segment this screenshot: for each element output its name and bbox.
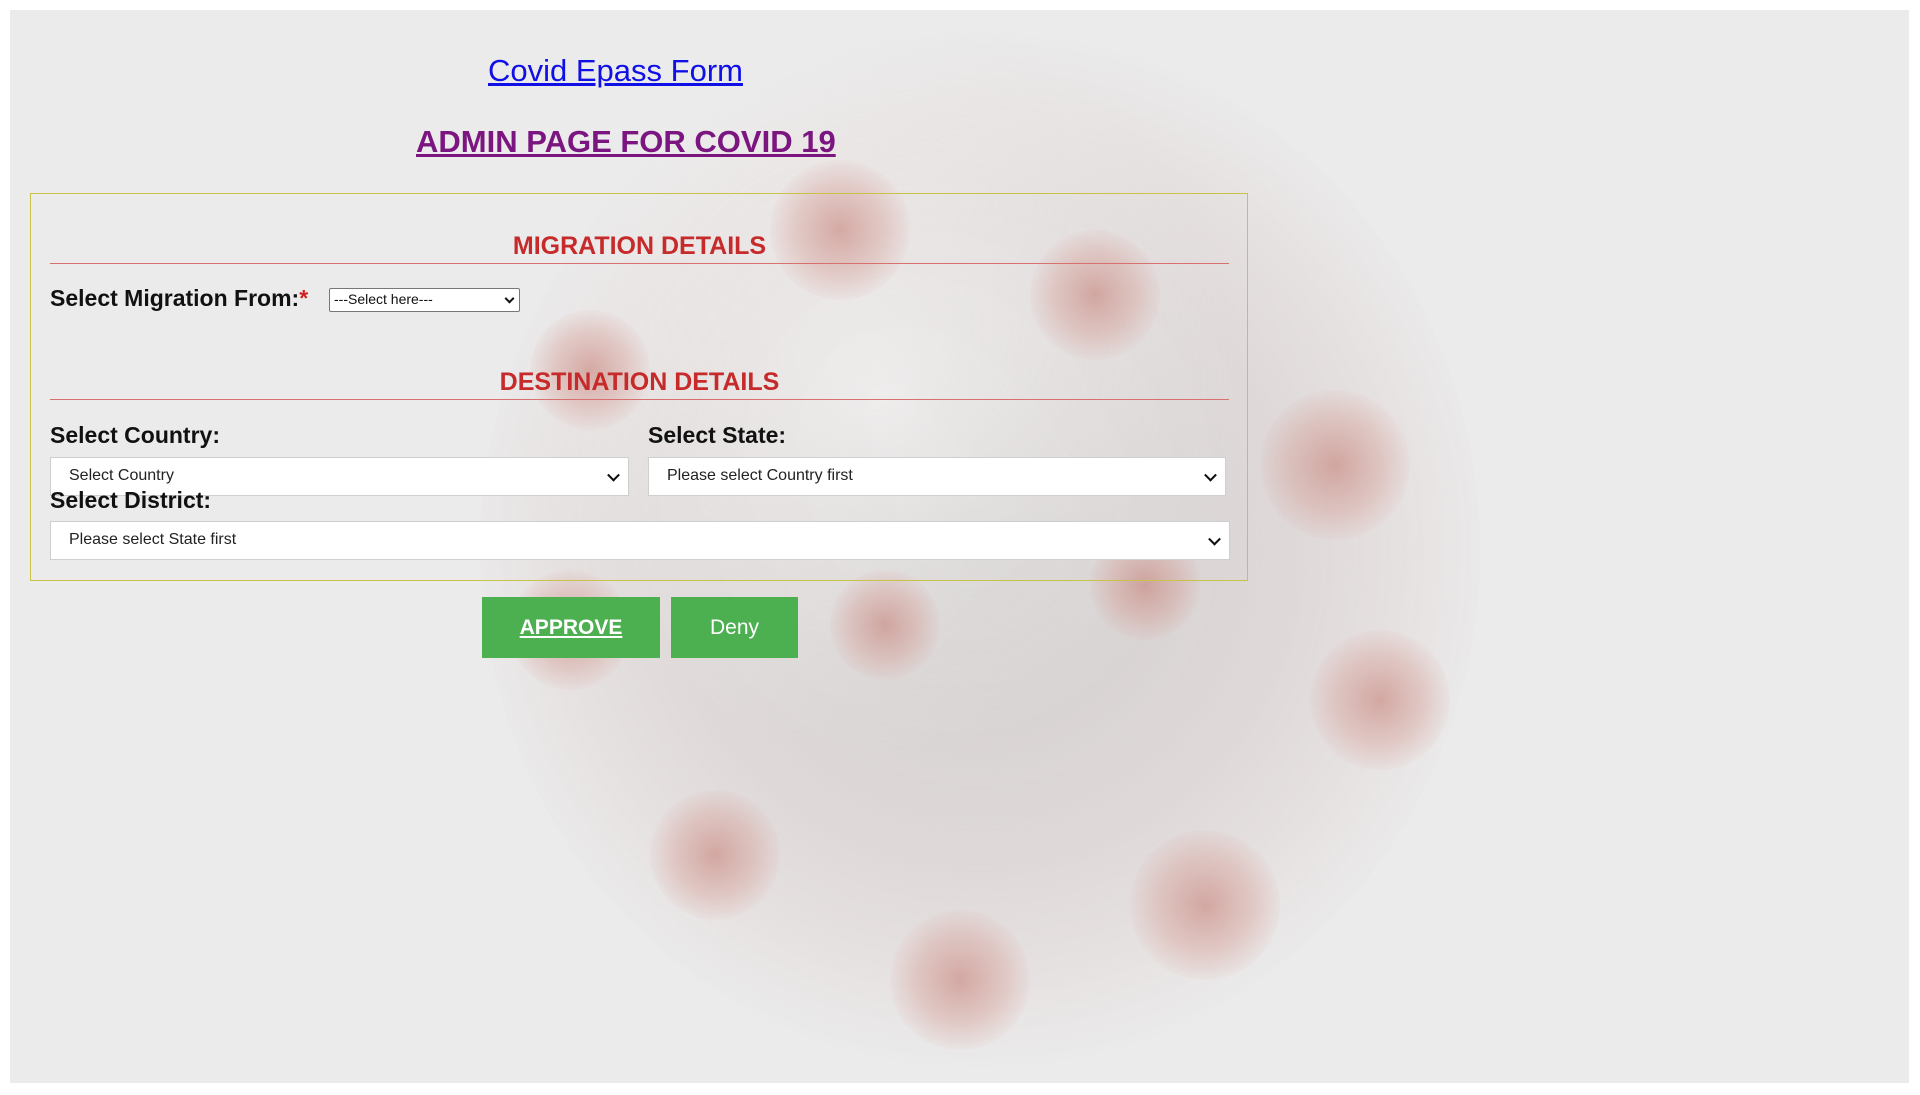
state-label: Select State: — [648, 422, 787, 448]
migration-from-select[interactable]: ---Select here--- — [329, 288, 520, 312]
admin-page-heading: ADMIN PAGE FOR COVID 19 — [416, 124, 836, 159]
country-select-value: Select Country — [69, 467, 174, 484]
virus-spike-decoration — [650, 790, 780, 920]
chevron-down-icon — [1208, 532, 1221, 546]
chevron-down-icon — [1204, 468, 1217, 482]
country-label: Select Country: — [50, 422, 220, 448]
virus-spike-decoration — [830, 570, 940, 680]
virus-spike-decoration — [1130, 830, 1280, 980]
migration-from-label-text: Select Migration From: — [50, 285, 300, 311]
migration-from-select-value: ---Select here--- — [334, 291, 433, 307]
virus-spike-decoration — [1260, 390, 1410, 540]
state-select[interactable]: Please select Country first — [648, 457, 1226, 496]
migration-form: MIGRATION DETAILS Select Migration From:… — [30, 193, 1248, 581]
approve-button[interactable]: APPROVE — [482, 597, 660, 658]
district-select[interactable]: Please select State first — [50, 521, 1230, 560]
state-select-value: Please select Country first — [667, 467, 853, 484]
district-label: Select District: — [50, 487, 212, 513]
deny-button[interactable]: Deny — [671, 597, 798, 658]
required-asterisk: * — [299, 285, 309, 311]
migration-from-label: Select Migration From:* — [50, 285, 308, 312]
destination-details-heading: DESTINATION DETAILS — [50, 368, 1229, 400]
migration-details-heading: MIGRATION DETAILS — [50, 232, 1229, 264]
chevron-down-icon — [504, 293, 515, 304]
page-title-link[interactable]: Covid Epass Form — [488, 53, 743, 89]
page-background: Covid Epass Form ADMIN PAGE FOR COVID 19… — [10, 10, 1909, 1083]
virus-spike-decoration — [1310, 630, 1450, 770]
virus-spike-decoration — [890, 910, 1030, 1050]
chevron-down-icon — [607, 468, 620, 482]
district-select-value: Please select State first — [69, 531, 237, 548]
